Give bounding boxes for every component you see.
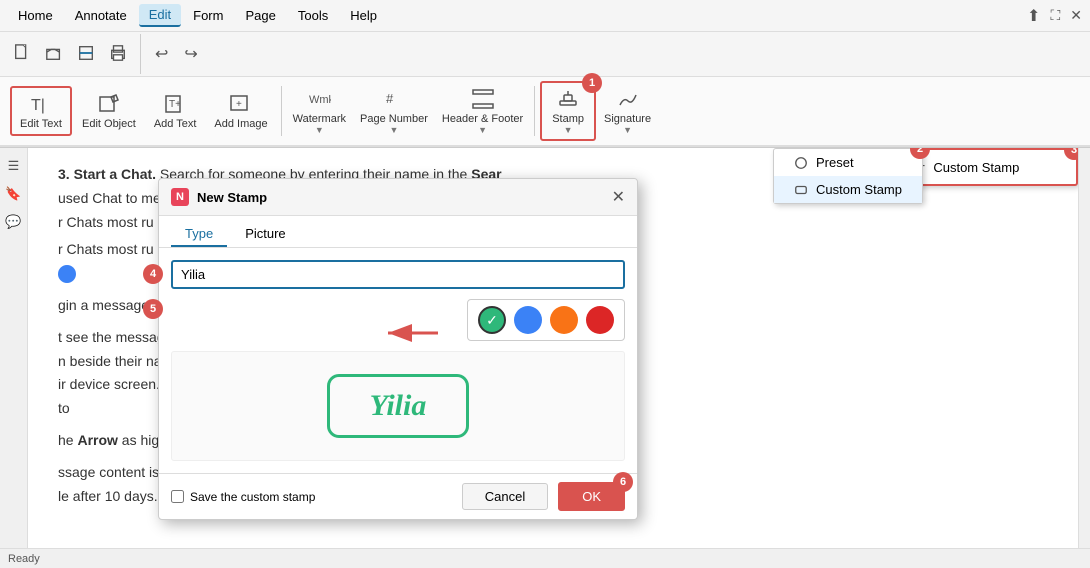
badge-3: 3 bbox=[1064, 148, 1078, 160]
stamp-box: Yilia bbox=[327, 374, 470, 438]
watermark-label: Watermark bbox=[293, 113, 346, 125]
svg-text:T+: T+ bbox=[169, 99, 181, 110]
add-text-label: Add Text bbox=[154, 118, 197, 130]
page-number-label: Page Number bbox=[360, 113, 428, 125]
menu-tools[interactable]: Tools bbox=[288, 5, 338, 26]
bottom-bar: Ready bbox=[0, 548, 1090, 568]
stamp-name-row: 4 bbox=[171, 260, 625, 289]
badge-5: 5 bbox=[143, 299, 163, 319]
maximize-icon[interactable]: ⛶ bbox=[1050, 7, 1060, 24]
header-footer-label: Header & Footer bbox=[442, 113, 523, 125]
badge-4: 4 bbox=[143, 264, 163, 284]
custom-stamp-dropdown-label: Custom Stamp bbox=[816, 182, 902, 197]
menu-home[interactable]: Home bbox=[8, 5, 63, 26]
icon-bar: ↩ ↪ bbox=[0, 32, 1090, 77]
preset-item[interactable]: Preset bbox=[774, 149, 922, 176]
svg-text:T|: T| bbox=[31, 97, 45, 114]
stamp-dropdown: Preset Custom Stamp 2 bbox=[773, 148, 923, 204]
custom-stamp-panel-label[interactable]: Custom Stamp bbox=[933, 160, 1019, 175]
add-image-button[interactable]: + Add Image bbox=[206, 88, 275, 134]
stamp-preview: Yilia bbox=[171, 351, 625, 461]
color-green[interactable]: ✓ bbox=[478, 306, 506, 334]
color-options: ✓ bbox=[467, 299, 625, 341]
custom-stamp-dropdown-item[interactable]: Custom Stamp bbox=[774, 176, 922, 203]
status-text: Ready bbox=[8, 553, 40, 565]
main-area: ☰ 🔖 💬 3. Start a Chat. Search for someon… bbox=[0, 148, 1090, 548]
dialog-header: N New Stamp ✕ bbox=[159, 179, 637, 216]
blue-dot bbox=[58, 265, 76, 283]
dialog-footer: Save the custom stamp Cancel OK 6 bbox=[159, 473, 637, 519]
svg-text:#: # bbox=[386, 91, 394, 106]
add-text-button[interactable]: T+ Add Text bbox=[146, 88, 205, 134]
doc-area: 3. Start a Chat. Search for someone by e… bbox=[28, 148, 1078, 548]
menu-page[interactable]: Page bbox=[235, 5, 285, 26]
page-number-button[interactable]: # Page Number ▼ bbox=[354, 83, 434, 139]
dialog-title: New Stamp bbox=[197, 190, 604, 205]
save-label: Save the custom stamp bbox=[190, 490, 315, 504]
minimize-icon[interactable]: ✕ bbox=[1070, 7, 1082, 24]
dialog-close-button[interactable]: ✕ bbox=[612, 187, 625, 207]
redo-icon[interactable]: ↪ bbox=[178, 41, 203, 67]
tab-type[interactable]: Type bbox=[171, 222, 227, 247]
menu-bar: Home Annotate Edit Form Page Tools Help … bbox=[0, 0, 1090, 32]
sep2 bbox=[534, 86, 535, 136]
ok-button-wrapper: OK 6 bbox=[558, 482, 625, 511]
edit-text-label: Edit Text bbox=[20, 118, 62, 130]
sidebar-comment-icon[interactable]: 💬 bbox=[4, 212, 24, 232]
dialog-body: 4 5 ✓ bbox=[159, 248, 637, 473]
stamp-preview-text: Yilia bbox=[370, 389, 427, 422]
new-file-icon[interactable] bbox=[8, 41, 36, 68]
stamp-label: Stamp bbox=[552, 113, 584, 125]
scan-icon[interactable] bbox=[72, 41, 100, 68]
arrow-indicator bbox=[368, 313, 448, 356]
menu-help[interactable]: Help bbox=[340, 5, 387, 26]
svg-text:+: + bbox=[236, 99, 242, 110]
menu-edit[interactable]: Edit bbox=[139, 4, 181, 27]
sidebar-bookmark-icon[interactable]: 🔖 bbox=[4, 184, 24, 204]
separator bbox=[140, 34, 141, 74]
edit-object-label: Edit Object bbox=[82, 118, 136, 130]
cancel-button[interactable]: Cancel bbox=[462, 483, 548, 510]
watermark-button[interactable]: Wmk Watermark ▼ bbox=[287, 83, 352, 139]
step3-title: Start a Chat. bbox=[74, 166, 156, 182]
tab-picture[interactable]: Picture bbox=[231, 222, 299, 247]
signature-label: Signature bbox=[604, 113, 651, 125]
save-checkbox-label[interactable]: Save the custom stamp bbox=[171, 490, 452, 504]
stamp-button-wrapper: Stamp ▼ 1 bbox=[540, 81, 596, 141]
dialog-logo: N bbox=[171, 188, 189, 206]
edit-text-button[interactable]: T| Edit Text bbox=[10, 86, 72, 136]
signature-button[interactable]: Signature ▼ bbox=[598, 83, 657, 139]
badge-6: 6 bbox=[613, 472, 633, 492]
preset-label: Preset bbox=[816, 155, 854, 170]
menu-annotate[interactable]: Annotate bbox=[65, 5, 137, 26]
sidebar-nav-icon[interactable]: ☰ bbox=[4, 156, 24, 176]
print-icon[interactable] bbox=[104, 41, 132, 68]
sep1 bbox=[281, 86, 282, 136]
svg-text:Wmk: Wmk bbox=[309, 94, 331, 106]
ribbon: T| Edit Text Edit Object T+ Add Text + A… bbox=[0, 77, 1090, 147]
add-image-label: Add Image bbox=[214, 118, 267, 130]
edit-object-button[interactable]: Edit Object bbox=[74, 88, 144, 134]
undo-icon[interactable]: ↩ bbox=[149, 41, 174, 67]
color-red[interactable] bbox=[586, 306, 614, 334]
dialog-tabs: Type Picture bbox=[159, 216, 637, 248]
open-file-icon[interactable] bbox=[40, 41, 68, 68]
header-footer-button[interactable]: Header & Footer ▼ bbox=[436, 83, 529, 139]
color-blue[interactable] bbox=[514, 306, 542, 334]
menu-form[interactable]: Form bbox=[183, 5, 233, 26]
left-sidebar: ☰ 🔖 💬 bbox=[0, 148, 28, 548]
save-checkbox[interactable] bbox=[171, 490, 184, 503]
share-icon[interactable]: ⬆ bbox=[1027, 6, 1040, 26]
stamp-name-input[interactable] bbox=[171, 260, 625, 289]
color-orange[interactable] bbox=[550, 306, 578, 334]
right-scrollbar[interactable] bbox=[1078, 148, 1090, 548]
